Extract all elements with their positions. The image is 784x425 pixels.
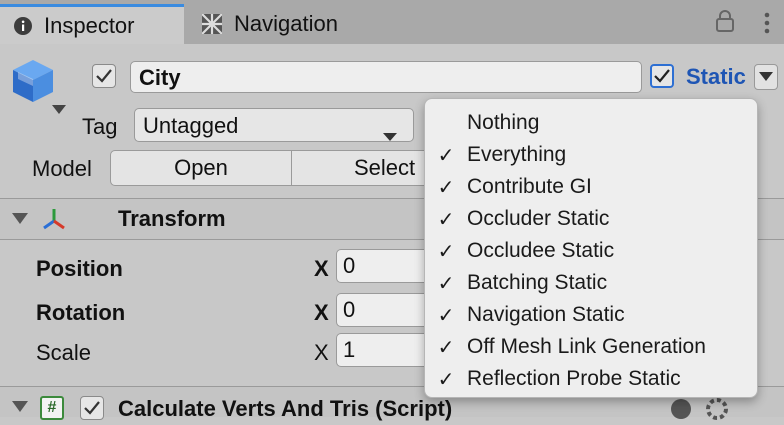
transform-title: Transform <box>118 206 226 231</box>
script-enabled-checkbox[interactable] <box>80 396 104 420</box>
static-menu-item[interactable]: Nothing <box>425 107 757 139</box>
more-options-icon[interactable] <box>764 12 770 39</box>
icon-dropdown-arrow-icon[interactable] <box>52 102 66 120</box>
static-menu-item-label: Navigation Static <box>467 303 625 326</box>
static-menu-item[interactable]: ✓ Contribute GI <box>425 171 757 203</box>
static-menu-item-label: Off Mesh Link Generation <box>467 335 706 358</box>
transform-icon <box>40 206 68 239</box>
checkmark-icon <box>96 69 112 83</box>
foldout-arrow-icon[interactable] <box>12 400 28 418</box>
chevron-down-icon <box>759 72 773 81</box>
checkmark-icon: ✓ <box>437 368 455 391</box>
static-menu-item-label: Nothing <box>467 111 540 134</box>
scale-x-label: X <box>314 340 329 365</box>
checkmark-icon: ✓ <box>437 176 455 199</box>
tag-dropdown[interactable]: Untagged <box>134 108 414 142</box>
scale-label: Scale <box>36 340 92 365</box>
object-name-input[interactable]: City <box>130 61 642 93</box>
rotation-label: Rotation <box>36 300 126 325</box>
scale-x-input[interactable]: 1 <box>336 333 426 367</box>
position-x-label: X <box>314 256 329 281</box>
static-menu-item[interactable]: ✓ Batching Static <box>425 267 757 299</box>
settings-icon[interactable] <box>706 398 728 425</box>
checkmark-icon: ✓ <box>437 304 455 327</box>
checkmark-icon: ✓ <box>437 336 455 359</box>
position-x-input[interactable]: 0 <box>336 249 426 283</box>
gameobject-icon[interactable] <box>10 58 56 109</box>
foldout-arrow-icon[interactable] <box>12 212 28 230</box>
tab-inspector[interactable]: Inspector <box>0 4 184 44</box>
tag-value: Untagged <box>143 113 239 138</box>
position-label: Position <box>36 256 123 281</box>
checkmark-icon <box>654 69 670 83</box>
static-menu-item-label: Everything <box>467 143 567 166</box>
static-menu-item[interactable]: ✓ Occluder Static <box>425 203 757 235</box>
static-menu-item-label: Occludee Static <box>467 239 615 262</box>
navigation-icon <box>202 14 222 34</box>
static-menu-item[interactable]: ✓ Reflection Probe Static <box>425 363 757 395</box>
static-flags-menu: Nothing ✓ Everything ✓ Contribute GI ✓ Occlude… <box>424 98 758 398</box>
static-dropdown-button[interactable] <box>754 64 778 90</box>
static-menu-item-label: Batching Static <box>467 271 608 294</box>
static-checkbox[interactable] <box>650 64 674 88</box>
lock-icon[interactable] <box>716 10 734 37</box>
static-menu-item-label: Reflection Probe Static <box>467 367 681 390</box>
static-label[interactable]: Static <box>686 64 752 90</box>
checkmark-icon <box>84 401 100 415</box>
rotation-x-label: X <box>314 300 329 325</box>
open-button[interactable]: Open <box>110 150 292 186</box>
checkmark-icon: ✓ <box>437 144 455 167</box>
chevron-down-icon <box>383 122 397 148</box>
checkmark-icon: ✓ <box>437 240 455 263</box>
tag-label: Tag <box>82 114 118 139</box>
checkmark-icon: ✓ <box>437 208 455 231</box>
static-menu-item-label: Occluder Static <box>467 207 610 230</box>
static-menu-item[interactable]: ✓ Everything <box>425 139 757 171</box>
script-icon: # <box>40 396 64 420</box>
active-checkbox[interactable] <box>92 64 116 88</box>
static-menu-item-label: Contribute GI <box>467 175 592 198</box>
tab-navigation[interactable]: Navigation <box>186 4 386 44</box>
static-menu-item[interactable]: ✓ Navigation Static <box>425 299 757 331</box>
script-title: Calculate Verts And Tris (Script) <box>118 396 453 421</box>
checkmark-icon: ✓ <box>437 272 455 295</box>
help-icon[interactable] <box>670 398 692 425</box>
tab-label: Navigation <box>234 11 338 36</box>
info-icon <box>14 16 32 35</box>
select-button[interactable]: Select <box>291 150 431 186</box>
model-label: Model <box>32 156 92 181</box>
static-menu-item[interactable]: ✓ Occludee Static <box>425 235 757 267</box>
rotation-x-input[interactable]: 0 <box>336 293 426 327</box>
tab-label: Inspector <box>44 12 135 38</box>
static-menu-item[interactable]: ✓ Off Mesh Link Generation <box>425 331 757 363</box>
